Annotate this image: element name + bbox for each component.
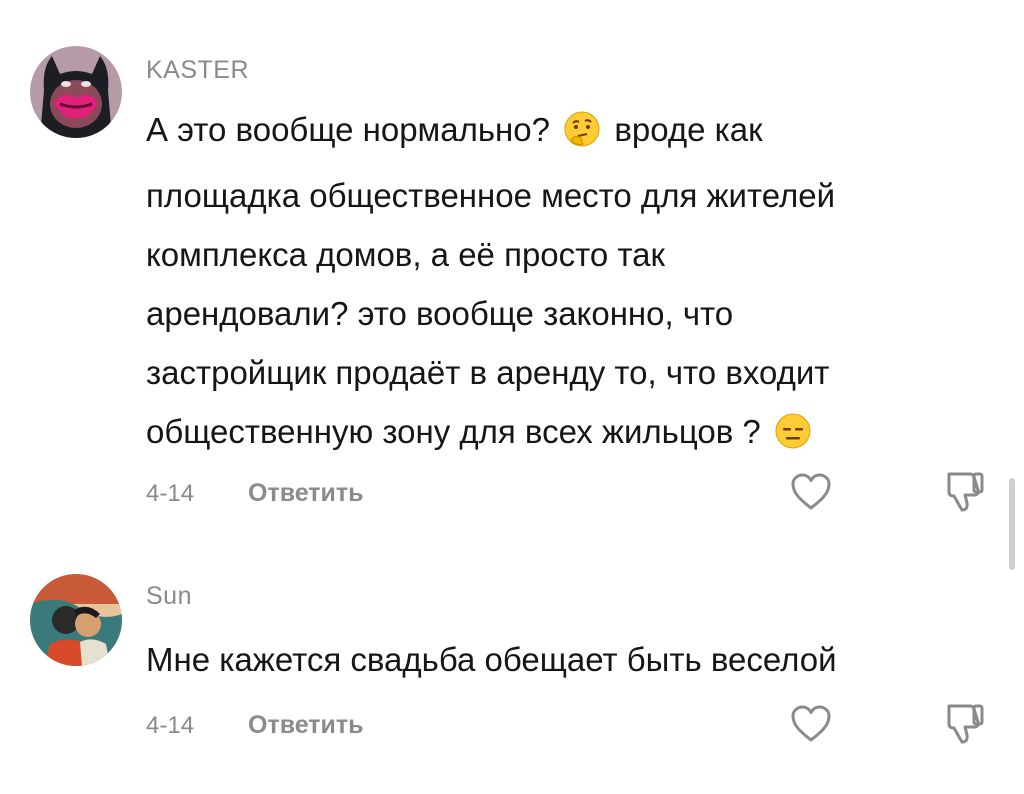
heart-outline-icon[interactable] [790, 704, 832, 749]
heart-outline-icon[interactable] [790, 472, 832, 517]
thumbs-down-outline-icon[interactable] [940, 702, 986, 751]
comment-text-line: комплекса домов, а её просто так [146, 236, 665, 273]
avatar[interactable] [30, 574, 122, 666]
comment-text-line: вроде как [605, 111, 763, 148]
avatar[interactable] [30, 46, 122, 138]
comment-text-line: площадка общественное место для жителей [146, 177, 836, 214]
couple-painting-avatar-icon [30, 574, 122, 666]
reply-button[interactable]: Ответить [248, 711, 364, 740]
comment-text-line: А это вообще нормально? [146, 111, 560, 148]
comment-text: А это вообще нормально? вроде как площад… [146, 100, 976, 468]
username[interactable]: KASTER [146, 56, 249, 85]
comment-date: 4-14 [146, 712, 195, 739]
comment-text-line: застройщик продаёт в аренду то, что вход… [146, 354, 830, 391]
expressionless-face-emoji-icon [774, 409, 812, 468]
comment-text-line: общественную зону для всех жильцов ? [146, 413, 770, 450]
comment-date: 4-14 [146, 480, 195, 507]
comment-text: Мне кажется свадьба обещает быть веселой [146, 641, 837, 678]
thumbs-down-outline-icon[interactable] [940, 470, 986, 519]
thinking-face-emoji-icon [563, 107, 601, 166]
username[interactable]: Sun [146, 582, 192, 611]
scrollbar[interactable] [1009, 478, 1015, 570]
batman-lips-avatar-icon [30, 46, 122, 138]
reply-button[interactable]: Ответить [248, 479, 364, 508]
comment-text-line: арендовали? это вообще законно, что [146, 295, 734, 332]
